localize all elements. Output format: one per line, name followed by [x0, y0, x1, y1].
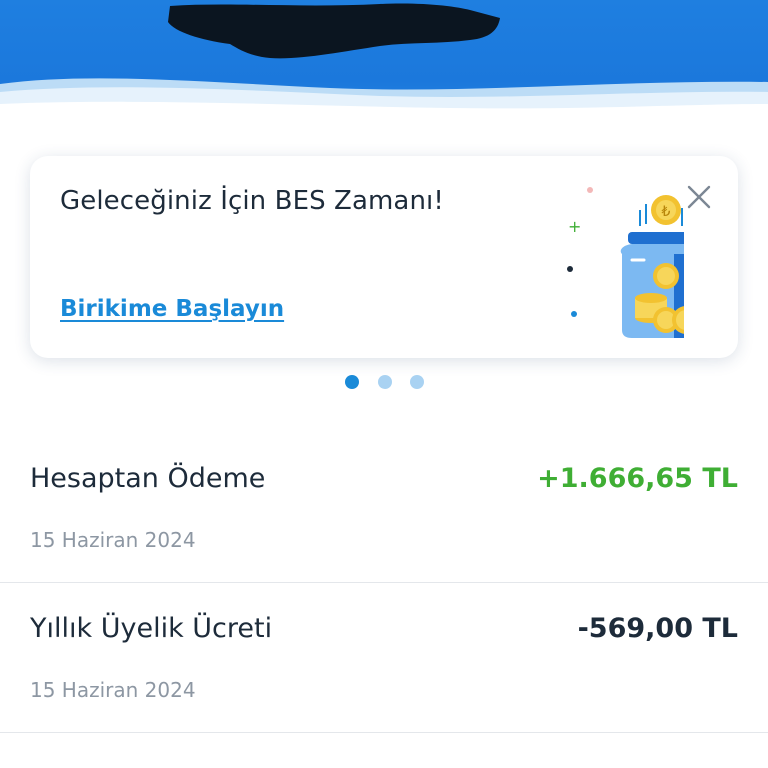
transaction-title: Hesaptan Ödeme — [30, 463, 266, 494]
transaction-date: 15 Haziran 2024 — [30, 678, 196, 702]
pager-dot[interactable] — [410, 375, 424, 389]
promo-card[interactable]: Geleceğiniz İçin BES Zamanı! Birikime Ba… — [30, 156, 738, 358]
promo-title: Geleceğiniz İçin BES Zamanı! — [60, 186, 444, 216]
pager-dot[interactable] — [378, 375, 392, 389]
redacted-header-title — [168, 3, 500, 59]
transaction-amount: -569,00 TL — [577, 613, 738, 644]
start-saving-link[interactable]: Birikime Başlayın — [60, 296, 284, 322]
svg-text:+: + — [568, 217, 581, 236]
app-header — [0, 0, 768, 135]
coin-jar-illustration: + + ₺ — [567, 187, 684, 338]
transaction-title: Yıllık Üyelik Ücreti — [30, 613, 273, 644]
transaction-row[interactable]: Yıllık Üyelik Ücreti 15 Haziran 2024 -56… — [0, 583, 768, 733]
transaction-amount: +1.666,65 TL — [537, 463, 738, 494]
carousel-pager — [0, 375, 768, 391]
pager-dot[interactable] — [345, 375, 359, 389]
coin-symbol: ₺ — [662, 204, 671, 220]
transaction-row[interactable]: Hesaptan Ödeme 15 Haziran 2024 +1.666,65… — [0, 433, 768, 583]
transaction-date: 15 Haziran 2024 — [30, 528, 196, 552]
close-icon[interactable] — [684, 182, 714, 212]
